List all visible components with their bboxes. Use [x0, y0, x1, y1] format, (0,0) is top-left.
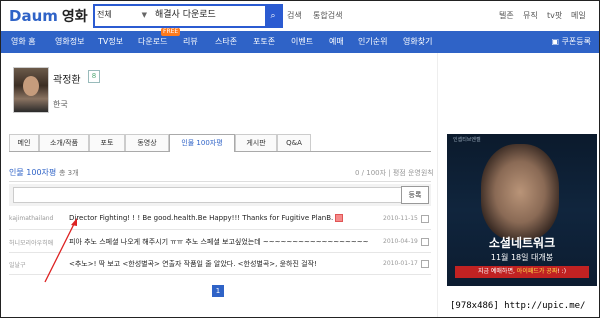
tab-photo[interactable]: 포토 [89, 134, 125, 151]
header-link-4[interactable]: 메일 [571, 10, 586, 21]
ad-promo-highlight: 아이패드가 공짜 [516, 268, 558, 275]
profile-tabs: 메인 소개/작품 포토 동영상 인물 100자평 게시판 Q&A [9, 134, 431, 152]
logo-section-text: 영화 [61, 9, 88, 25]
nav-item-booking[interactable]: 예매 [329, 31, 344, 53]
review-comment: 피아 추노 스페셜 나오게 해주시기 ㅠㅠ 추노 스페셜 보고싶었는데 ~~~~… [69, 238, 369, 246]
nav-item-starzone[interactable]: 스타존 [215, 31, 237, 53]
annotation-arrow [44, 218, 77, 283]
ad-promo-banner[interactable]: 지금 예매하면, 아이패드가 공짜! :) [455, 266, 589, 278]
ad-release-date: 11월 18일 대개봉 [490, 253, 554, 262]
review-comment: <추노>! 딱 보고 <한성별곡> 연출자 작품일 줄 알았다. <한성별곡>,… [69, 260, 317, 268]
tab-intro-works[interactable]: 소개/작품 [39, 134, 89, 151]
main-nav: 영화 홈 영화정보 TV정보 다운로드 FREE 리뷰 스타존 포토존 이벤트 … [1, 28, 599, 53]
page-button-current[interactable]: 1 [212, 285, 224, 297]
watermark: [978x486] http://upic.me/ [450, 301, 586, 311]
review-comment-text: Director Fighting! ! ! Be good.health.Be… [69, 214, 334, 222]
person-face [23, 76, 39, 96]
nav-item-ranking[interactable]: 인기순위 [358, 31, 387, 53]
report-icon[interactable] [421, 260, 429, 268]
review-user[interactable]: 일날구 [9, 260, 26, 269]
report-icon[interactable] [421, 238, 429, 246]
site-header: Daum영화 전체 ▼ ⌕ 검색 통합검색 텔존 뮤직 tv팟 메일 [1, 1, 599, 31]
search-input[interactable] [155, 8, 255, 22]
ad-promo-pre: 지금 예매하면, [477, 268, 515, 275]
search-scope-select[interactable]: 전체 ▼ [97, 8, 151, 22]
free-badge: FREE [161, 28, 181, 36]
nav-item-home[interactable]: 영화 홈 [11, 31, 36, 53]
search-box: 전체 ▼ ⌕ [93, 4, 283, 28]
nav-item-review[interactable]: 리뷰 [183, 31, 198, 53]
nav-item-photozone[interactable]: 포토존 [253, 31, 275, 53]
review-input[interactable] [13, 187, 407, 203]
nav-item-find-movie[interactable]: 영화찾기 [403, 31, 432, 53]
person-name: 곽정환 [53, 75, 81, 86]
coupon-register-link[interactable]: ▣ 쿠폰등록 [551, 31, 591, 53]
review-comment: Director Fighting! ! ! Be good.health.Be… [69, 214, 344, 222]
review-date: 2010-11-15 [383, 215, 418, 222]
browser-frame: Daum영화 전체 ▼ ⌕ 검색 통합검색 텔존 뮤직 tv팟 메일 영화 홈 … [0, 0, 600, 318]
tab-main[interactable]: 메인 [9, 134, 39, 151]
search-icon[interactable]: ⌕ [265, 6, 281, 26]
review-char-counter: 0 / 100자 | 평점 운영원칙 [355, 169, 434, 177]
review-section-title: 인물 100자평 [9, 168, 57, 177]
ad-promo-post: ! :) [557, 268, 567, 275]
integrated-search-link[interactable]: 통합검색 [313, 10, 342, 21]
search-scope-label: 전체 [97, 10, 112, 19]
movie-ad-banner[interactable]: 인셉티브엔젤 소셜네트워크 11월 18일 대개봉 지금 예매하면, 아이패드가… [447, 134, 597, 286]
header-link-3[interactable]: tv팟 [547, 10, 562, 21]
coupon-register-label: 쿠폰등록 [561, 37, 591, 46]
person-country: 한국 [53, 100, 68, 109]
tab-qna[interactable]: Q&A [277, 134, 311, 151]
spoiler-icon [335, 214, 344, 222]
tab-person-review[interactable]: 인물 100자평 [169, 134, 235, 152]
search-button[interactable]: 검색 [287, 10, 302, 21]
daum-movie-logo[interactable]: Daum 영화 [9, 6, 88, 26]
register-button[interactable]: 등록 [401, 186, 429, 204]
tab-video[interactable]: 동영상 [125, 134, 169, 151]
person-photo [13, 67, 49, 113]
logo-text: Daum [9, 7, 58, 25]
header-link-1[interactable]: 텔존 [499, 10, 514, 21]
review-count: 총 3개 [59, 169, 79, 177]
ad-brand: 인셉티브엔젤 [453, 137, 481, 143]
ad-poster-face [481, 144, 559, 240]
review-input-row: 등록 [9, 184, 431, 206]
tab-board[interactable]: 게시판 [235, 134, 277, 151]
nav-item-tv-info[interactable]: TV정보 [98, 31, 123, 53]
header-link-2[interactable]: 뮤직 [523, 10, 538, 21]
person-count-badge: 8 [88, 70, 100, 83]
divider [9, 181, 431, 182]
column-divider [437, 53, 438, 317]
chevron-down-icon: ▼ [141, 11, 147, 19]
nav-item-event[interactable]: 이벤트 [291, 31, 313, 53]
review-date: 2010-01-17 [383, 260, 418, 267]
nav-item-movie-info[interactable]: 영화정보 [55, 31, 84, 53]
ad-movie-title: 소셜네트워크 [488, 236, 556, 250]
report-icon[interactable] [421, 215, 429, 223]
review-date: 2010-04-19 [383, 238, 418, 245]
